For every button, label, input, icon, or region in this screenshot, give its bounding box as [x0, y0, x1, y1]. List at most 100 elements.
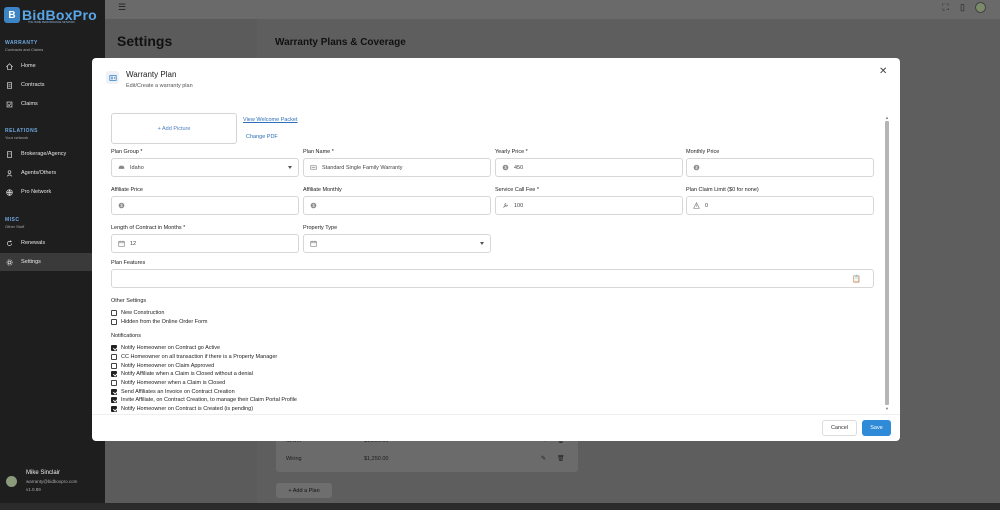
sidebar-item-label: Claims	[21, 101, 38, 107]
edit-icon[interactable]: ✎	[541, 455, 546, 462]
contract-length-field[interactable]: 12	[111, 234, 299, 253]
checkbox[interactable]	[111, 319, 117, 325]
sidebar-item-agents[interactable]: Agents/Others	[0, 164, 105, 182]
checkbox[interactable]	[111, 371, 117, 377]
notifications-title: Notifications	[111, 333, 141, 339]
app-logo[interactable]: B BidBoxPro THE HOME PERFORMANCE NETWORK	[4, 4, 102, 26]
taskbar	[0, 503, 1000, 510]
logo-mark-icon: B	[4, 7, 20, 23]
sidebar-item-contracts[interactable]: Contracts	[0, 76, 105, 94]
sidebar-item-label: Pro Network	[21, 189, 52, 195]
sidebar-item-settings[interactable]: Settings	[0, 253, 105, 271]
dollar-icon: $	[118, 202, 125, 209]
sidebar-section-warranty: WARRANTY Contracts and Claims	[5, 40, 43, 52]
checkbox-send-affiliate-invoice[interactable]: Send Affiliates an Invoice on Contract C…	[111, 389, 235, 395]
checkbox[interactable]	[111, 389, 117, 395]
save-button[interactable]: Save	[862, 420, 891, 436]
sidebar-item-renewals[interactable]: Renewals	[0, 234, 105, 252]
plan-name-label: Plan Name *	[303, 149, 334, 155]
property-type-select[interactable]	[303, 234, 491, 253]
plan-claim-limit-value: 0	[705, 202, 709, 209]
service-call-fee-field[interactable]: 100	[495, 196, 683, 215]
menu-icon[interactable]: ☰	[118, 3, 126, 12]
cancel-button[interactable]: Cancel	[822, 420, 857, 436]
scrollbar-thumb[interactable]	[885, 121, 889, 405]
clipboard-icon[interactable]: 📋	[852, 275, 861, 283]
fullscreen-icon[interactable]: ⛶	[941, 3, 950, 12]
checkbox-notify-contract-active[interactable]: Notify Homeowner on Contract go Active	[111, 345, 220, 351]
checkbox[interactable]	[111, 310, 117, 316]
sidebar: B BidBoxPro THE HOME PERFORMANCE NETWORK…	[0, 0, 105, 510]
checkbox[interactable]	[111, 354, 117, 360]
checkbox[interactable]	[111, 363, 117, 369]
chevron-down-icon	[288, 166, 292, 169]
change-pdf-link[interactable]: Change PDF	[246, 134, 278, 140]
car-icon	[118, 164, 125, 171]
plan-group-select[interactable]: Idaho	[111, 158, 299, 177]
view-welcome-packet-link[interactable]: View Welcome Packet	[243, 117, 298, 123]
app-version: v1.0.89	[26, 487, 41, 492]
sidebar-item-label: Renewals	[21, 240, 46, 246]
gear-icon	[6, 258, 13, 266]
section-title: Warranty Plans & Coverage	[275, 37, 406, 48]
trash-icon[interactable]: 🗑	[557, 455, 565, 462]
checkbox[interactable]	[111, 397, 117, 403]
affiliate-price-field[interactable]: $	[111, 196, 299, 215]
affiliate-price-label: Affiliate Price	[111, 187, 143, 193]
plan-group-label: Plan Group *	[111, 149, 143, 155]
avatar[interactable]	[975, 2, 986, 13]
sidebar-item-pro-network[interactable]: Pro Network	[0, 183, 105, 201]
claims-icon	[6, 101, 13, 108]
service-call-fee-label: Service Call Fee *	[495, 187, 540, 193]
contract-length-value: 12	[130, 240, 137, 247]
checkbox[interactable]	[111, 406, 117, 412]
checkbox-notify-affiliate-claim-closed[interactable]: Notify Affiliate when a Claim is Closed …	[111, 371, 253, 377]
checkbox-new-construction[interactable]: New Construction	[111, 310, 164, 316]
warranty-plan-modal: Warranty Plan Edit/Create a warranty pla…	[92, 58, 900, 441]
home-icon	[6, 62, 13, 70]
affiliate-monthly-field[interactable]: $	[303, 196, 491, 215]
sidebar-item-claims[interactable]: Claims	[0, 95, 105, 113]
checkbox[interactable]	[111, 380, 117, 386]
section-title: RELATIONS	[5, 128, 39, 134]
checkbox-notify-homeowner-claim-closed[interactable]: Notify Homeowner when a Claim is Closed	[111, 380, 225, 386]
plan-claim-limit-field[interactable]: 0	[686, 196, 874, 215]
checkbox-label: Notify Homeowner on Contract is Created …	[121, 406, 254, 412]
warning-icon	[693, 202, 700, 209]
contract-length-label: Length of Contract in Months *	[111, 225, 186, 231]
user-name: Mike Sinclair	[26, 470, 61, 476]
add-picture-button[interactable]: + Add Picture	[111, 113, 237, 144]
property-type-label: Property Type	[303, 225, 338, 231]
bookmark-icon[interactable]: ▯	[958, 3, 967, 12]
checkbox-notify-claim-approved[interactable]: Notify Homeowner on Claim Approved	[111, 363, 214, 369]
logo-subtitle: THE HOME PERFORMANCE NETWORK	[28, 21, 75, 24]
plan-group-value: Idaho	[130, 164, 144, 171]
checkbox-hidden-online-order[interactable]: Hidden from the Online Order Form	[111, 319, 208, 325]
people-icon	[6, 169, 13, 177]
monthly-price-field[interactable]: $	[686, 158, 874, 177]
checkbox-invite-affiliate[interactable]: Invite Affiliate, on Contract Creation, …	[111, 397, 297, 403]
sidebar-item-home[interactable]: Home	[0, 57, 105, 75]
scrollbar[interactable]: ▲ ▼	[884, 115, 890, 412]
affiliate-monthly-label: Affiliate Monthly	[303, 187, 342, 193]
add-plan-button[interactable]: + Add a Plan	[276, 483, 332, 498]
other-settings-title: Other Settings	[111, 298, 147, 304]
sidebar-item-label: Brokerage/Agency	[21, 151, 67, 157]
scroll-down-icon[interactable]: ▼	[884, 406, 890, 411]
section-title: MISC	[5, 217, 20, 223]
checkbox-notify-contract-created[interactable]: Notify Homeowner on Contract is Created …	[111, 406, 253, 412]
scroll-up-icon[interactable]: ▲	[884, 115, 890, 120]
sidebar-item-label: Settings	[21, 259, 41, 265]
dollar-icon: $	[310, 202, 317, 209]
avatar[interactable]	[6, 476, 17, 487]
checkbox-cc-homeowner[interactable]: CC Homeowner on all transaction if there…	[111, 354, 277, 360]
close-icon[interactable]: ✕	[879, 66, 887, 77]
sidebar-item-brokerage[interactable]: Brokerage/Agency	[0, 145, 105, 163]
modal-title: Warranty Plan	[126, 70, 177, 79]
plan-name-field[interactable]: Standard Single Family Warranty	[303, 158, 491, 177]
yearly-price-label: Yearly Price *	[495, 149, 528, 155]
yearly-price-field[interactable]: $ 450	[495, 158, 683, 177]
plan-features-field[interactable]: 📋	[111, 269, 874, 288]
checkbox[interactable]	[111, 345, 117, 351]
table-row: Wiring	[286, 456, 302, 462]
